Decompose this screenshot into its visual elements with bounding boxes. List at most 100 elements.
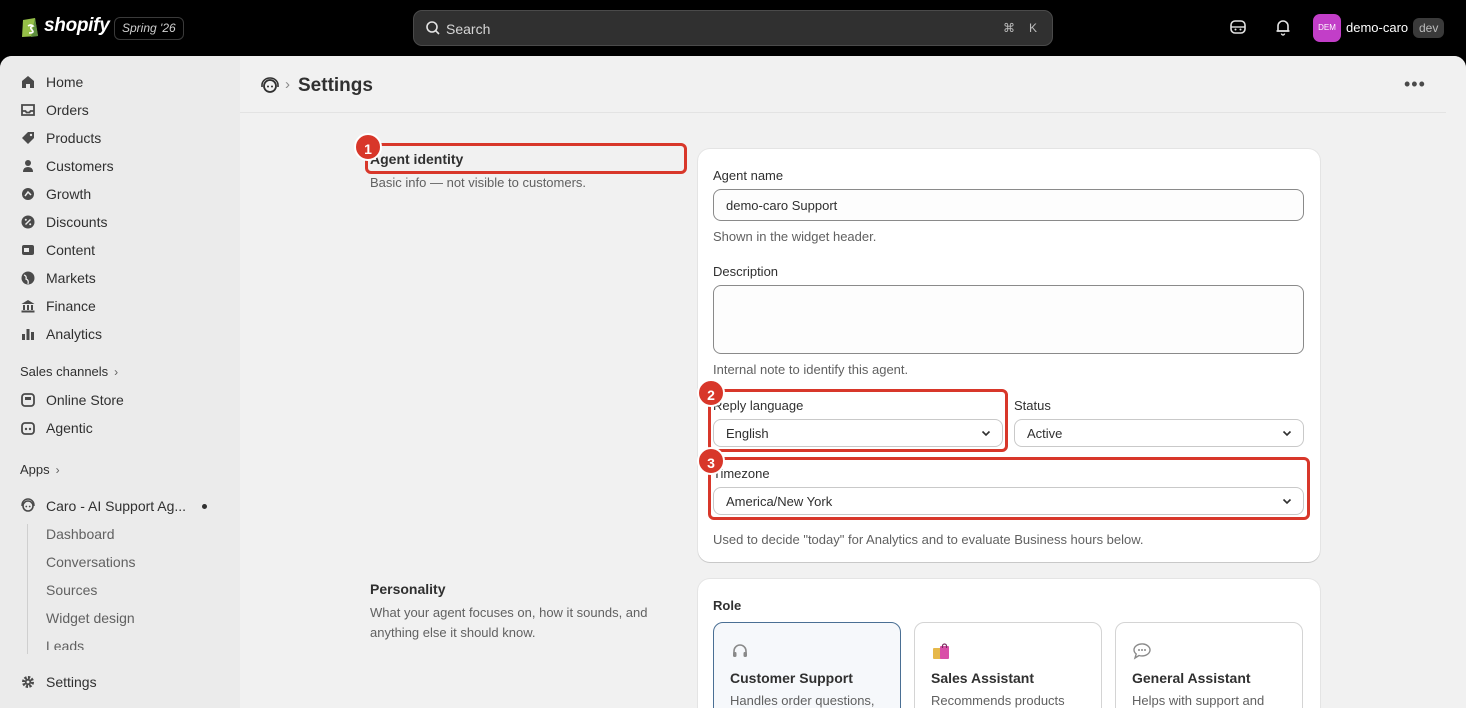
sidebar-item-label: Discounts [46,214,108,230]
sidebar-item-label: Online Store [46,392,124,408]
annotation-marker-1: 1 [354,133,382,161]
apps-label: Apps [20,462,50,477]
sidebar-item-products[interactable]: Products [20,126,101,150]
sidebar-subitem-sources[interactable]: Sources [46,582,97,598]
sidebar-item-orders[interactable]: Orders [20,98,89,122]
support-agent-icon [21,498,35,512]
shortcut-key: K [1028,21,1037,35]
role-desc: Recommends products [931,693,1065,708]
shortcut-cmd: ⌘ [1003,21,1015,35]
role-desc: Handles order questions, [730,693,875,708]
breadcrumb-separator: › [285,76,290,93]
bell-icon[interactable] [1273,17,1293,37]
sales-channels-label: Sales channels [20,364,109,379]
more-actions-icon[interactable]: ••• [1404,74,1426,95]
subnav-line [27,524,28,654]
sidebar-subitem-dashboard[interactable]: Dashboard [46,526,115,542]
agent-name-input[interactable] [713,189,1304,221]
chevron-down-icon [1282,430,1292,437]
inbox-icon [21,104,35,116]
annotation-marker-3: 3 [697,447,725,475]
role-title: General Assistant [1132,670,1251,686]
search-bar[interactable]: Search ⌘ K [413,10,1053,46]
sidebar-item-growth[interactable]: Growth [20,182,91,206]
description-label: Description [713,264,779,279]
status-label: Status [1014,398,1051,413]
env-badge: dev [1413,18,1445,38]
agent-name-label: Agent name [713,168,784,183]
shopify-logo[interactable]: shopify [20,14,110,38]
sidebar-item-discounts[interactable]: Discounts [20,210,107,234]
robot-icon [21,422,35,435]
home-icon [22,76,34,88]
discount-icon [21,215,35,229]
highlight-reply-language [708,389,1008,452]
page-title: Settings [298,75,373,96]
personality-card: Role Customer Support Handles order ques… [698,579,1320,708]
sidebar-subitem-widget-design[interactable]: Widget design [46,610,135,626]
search-placeholder: Search [446,21,491,37]
sidebar-item-customers[interactable]: Customers [20,154,114,178]
sidebar-item-finance[interactable]: Finance [20,294,96,318]
personality-title: Personality [370,581,446,597]
admin-shell: Home Orders Products Customers Growth Di… [0,56,1466,708]
tag-icon [22,132,34,144]
top-bar: shopify Spring '26 Search ⌘ K DEM demo-c… [0,0,1466,56]
highlight-agent-identity [365,143,687,174]
chevron-right-icon: › [114,364,119,379]
app-active-dot [202,504,207,509]
assistant-icon[interactable] [1228,17,1248,37]
role-desc: Helps with support and [1132,693,1265,708]
page-header: › Settings ••• [240,56,1446,113]
sidebar-item-label: Growth [46,186,92,202]
store-avatar[interactable]: DEM [1313,14,1341,42]
agent-identity-description: Basic info — not visible to customers. [370,175,587,190]
globe-icon [21,271,35,285]
agent-name-help: Shown in the widget header. [713,229,877,244]
sidebar-item-caro-app[interactable]: Caro - AI Support Ag... [20,494,186,518]
sidebar-item-label: Settings [46,674,97,690]
role-option-customer-support[interactable]: Customer Support Handles order questions… [713,622,901,708]
search-icon [426,21,440,35]
store-icon [21,393,35,407]
sidebar-item-label: Markets [46,270,96,286]
sidebar-item-content[interactable]: Content [20,238,95,262]
apps-header[interactable]: Apps › [20,462,60,477]
sidebar-item-online-store[interactable]: Online Store [20,388,124,412]
store-name[interactable]: demo-caro [1346,20,1408,35]
sidebar: Home Orders Products Customers Growth Di… [0,56,240,708]
sidebar-item-label: Finance [46,298,96,314]
role-option-general-assistant[interactable]: General Assistant Helps with support and [1115,622,1303,708]
sidebar-item-settings[interactable]: Settings [20,670,97,694]
sidebar-item-label: Customers [46,158,114,174]
growth-icon [22,188,34,200]
sidebar-item-home[interactable]: Home [20,70,83,94]
sidebar-item-label: Orders [46,102,89,118]
sidebar-item-analytics[interactable]: Analytics [20,322,102,346]
person-icon [23,160,33,172]
sidebar-item-label: Content [46,242,96,258]
highlight-timezone [708,457,1310,520]
role-option-sales-assistant[interactable]: Sales Assistant Recommends products [914,622,1102,708]
main-content: › Settings ••• Agent identity Basic info… [240,56,1466,708]
description-help: Internal note to identify this agent. [713,362,909,377]
sidebar-item-markets[interactable]: Markets [20,266,96,290]
bar-chart-icon [22,329,34,340]
edition-badge: Spring '26 [114,17,184,40]
sidebar-item-label: Caro - AI Support Ag... [46,498,187,514]
sidebar-subitem-leads[interactable]: Leads [46,638,84,650]
sales-channels-header[interactable]: Sales channels › [20,364,118,379]
status-value: Active [1027,426,1063,441]
sidebar-item-label: Analytics [46,326,103,342]
role-label: Role [713,598,742,613]
status-select[interactable]: Active [1014,419,1304,447]
timezone-help: Used to decide "today" for Analytics and… [713,532,1144,547]
annotation-marker-2: 2 [697,379,725,407]
description-textarea[interactable] [713,285,1304,354]
speech-bubble-icon [1132,641,1152,666]
sidebar-subitem-conversations[interactable]: Conversations [46,554,136,570]
app-logo-icon[interactable] [260,77,280,95]
sidebar-item-label: Agentic [46,420,93,436]
sidebar-item-agentic[interactable]: Agentic [20,416,93,440]
logo-text: shopify [44,15,110,36]
